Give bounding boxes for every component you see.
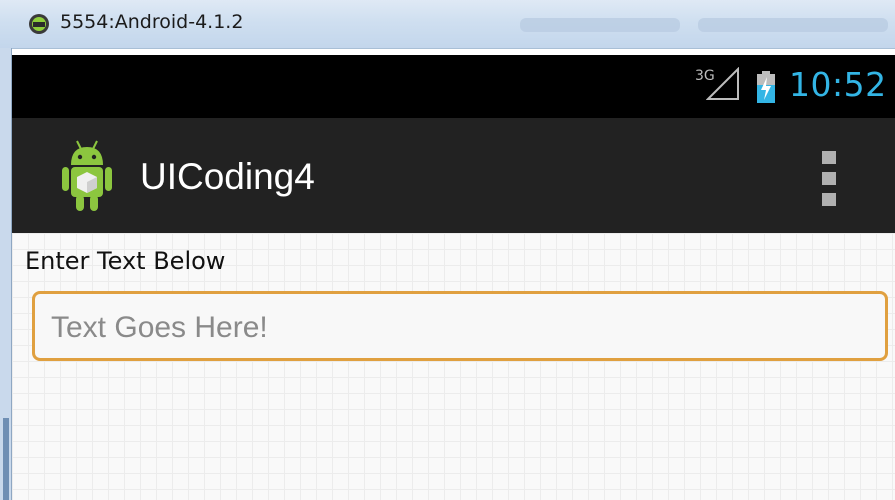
overflow-menu-icon[interactable]	[822, 151, 836, 206]
battery-icon	[757, 71, 775, 103]
status-bar: 3G 10:52	[12, 55, 895, 118]
text-field[interactable]	[32, 291, 888, 361]
emulator-title-bar[interactable]: 5554:Android-4.1.2	[0, 0, 895, 49]
background-window-tab	[698, 18, 888, 32]
signal-icon	[706, 67, 739, 100]
text-input[interactable]	[49, 306, 873, 350]
android-robot-icon[interactable]	[62, 137, 112, 212]
window-frame-accent	[3, 418, 9, 500]
android-emulator-icon	[29, 14, 49, 34]
action-bar: UICoding4	[12, 118, 895, 233]
main-content: Enter Text Below	[12, 233, 895, 500]
background-window-tab	[520, 18, 680, 32]
app-title: UICoding4	[140, 156, 315, 197]
clock: 10:52	[789, 65, 887, 104]
instruction-label: Enter Text Below	[25, 247, 226, 275]
window-title: 5554:Android-4.1.2	[60, 11, 244, 33]
